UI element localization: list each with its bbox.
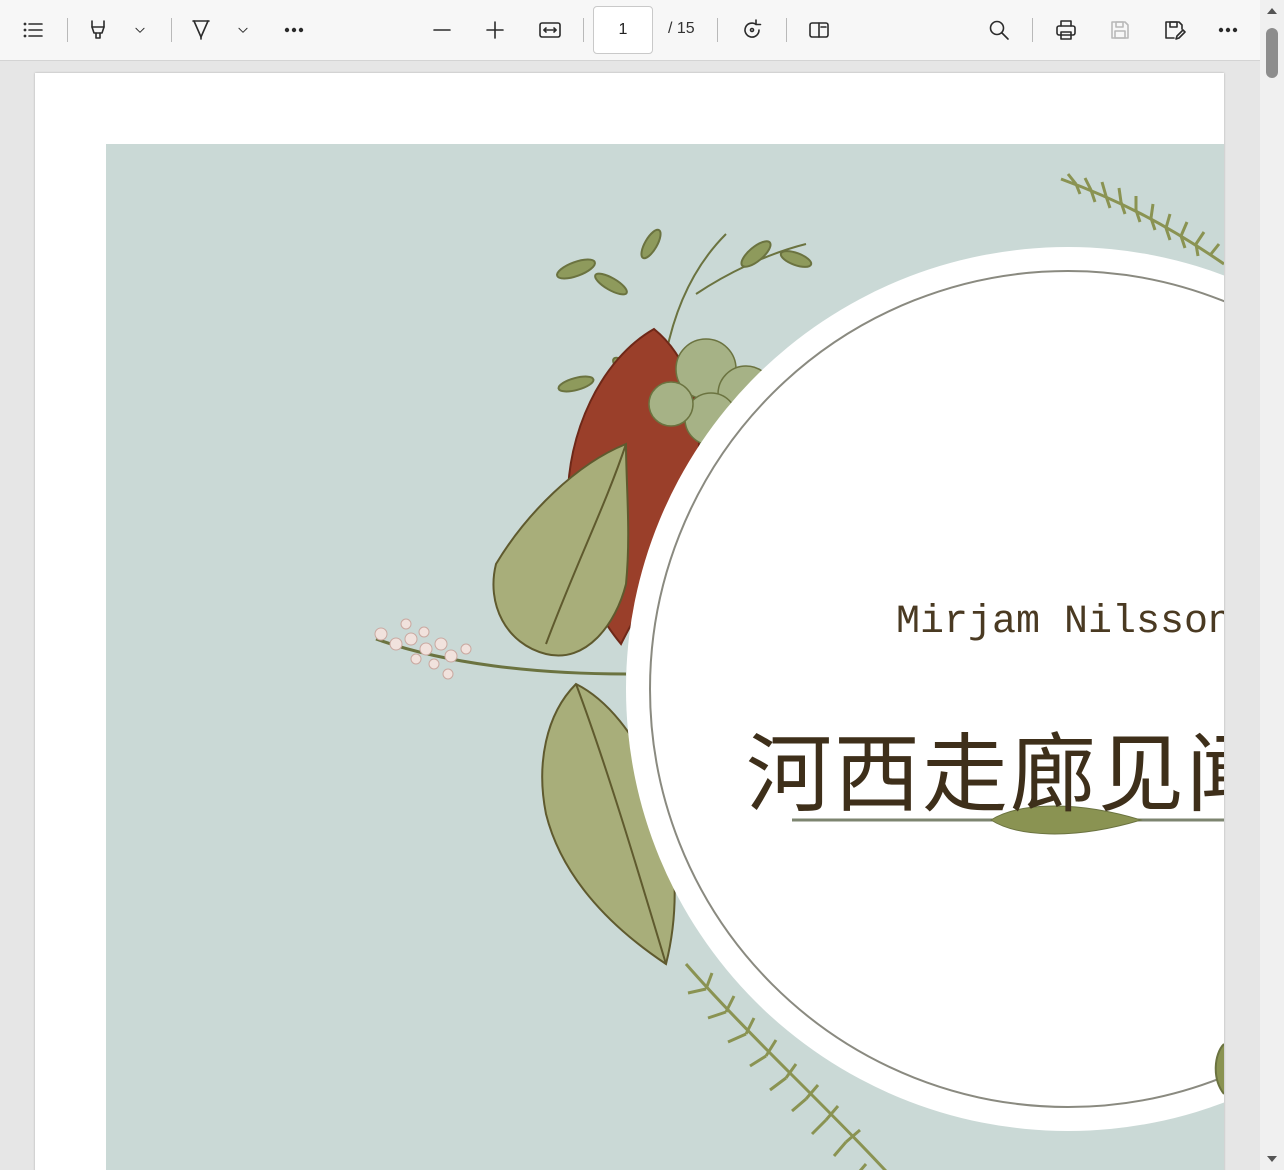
save-button[interactable] bbox=[1101, 11, 1139, 49]
zoom-out-button[interactable] bbox=[423, 11, 461, 49]
print-button[interactable] bbox=[1047, 11, 1085, 49]
cover-artwork: Mirjam Nilsson 河西走廊见闻 bbox=[106, 144, 1224, 1170]
zoom-in-button[interactable] bbox=[476, 11, 514, 49]
scroll-up-icon[interactable] bbox=[1265, 4, 1279, 18]
highlight-button[interactable] bbox=[79, 11, 117, 49]
page-total-label: / 15 bbox=[668, 20, 695, 37]
pdf-toolbar: / 15 bbox=[0, 0, 1260, 61]
document-title: 河西走廊见闻 bbox=[746, 725, 1224, 825]
calla-lily-top bbox=[492, 442, 630, 657]
scroll-down-icon[interactable] bbox=[1265, 1152, 1279, 1166]
zoom-out-icon bbox=[433, 29, 451, 31]
save-icon bbox=[1111, 21, 1129, 39]
highlight-icon bbox=[91, 20, 105, 39]
document-viewport[interactable]: Mirjam Nilsson 河西走廊见闻 bbox=[0, 62, 1260, 1170]
more-tools-button[interactable] bbox=[275, 11, 313, 49]
fit-width-icon bbox=[539, 22, 561, 38]
vertical-scrollbar[interactable] bbox=[1260, 0, 1284, 1170]
toolbar-separator bbox=[67, 18, 68, 42]
pdf-page: Mirjam Nilsson 河西走廊见闻 bbox=[35, 73, 1224, 1170]
page-view-button[interactable] bbox=[800, 11, 838, 49]
rotate-icon bbox=[744, 19, 762, 38]
draw-icon bbox=[192, 20, 210, 40]
more-options-button[interactable] bbox=[1209, 11, 1247, 49]
toolbar-separator bbox=[717, 18, 718, 42]
draw-button[interactable] bbox=[182, 11, 220, 49]
chevron-down-icon bbox=[135, 27, 145, 33]
fit-to-width-button[interactable] bbox=[531, 11, 569, 49]
print-icon bbox=[1056, 20, 1076, 40]
toolbar-separator bbox=[583, 18, 584, 42]
toolbar-separator bbox=[171, 18, 172, 42]
table-of-contents-button[interactable] bbox=[14, 11, 52, 49]
zoom-in-icon bbox=[486, 21, 504, 39]
highlight-options-dropdown[interactable] bbox=[128, 11, 152, 49]
toolbar-separator bbox=[786, 18, 787, 42]
more-tools-icon bbox=[284, 27, 304, 33]
draw-options-dropdown[interactable] bbox=[231, 11, 255, 49]
chevron-down-icon bbox=[238, 27, 248, 33]
save-as-button[interactable] bbox=[1155, 11, 1193, 49]
botanical-illustration bbox=[374, 173, 1224, 1170]
toolbar-separator bbox=[1032, 18, 1033, 42]
search-icon bbox=[989, 20, 1009, 40]
contents-icon bbox=[23, 22, 43, 38]
rotate-button[interactable] bbox=[733, 11, 771, 49]
save-as-icon bbox=[1165, 21, 1186, 40]
author-name: Mirjam Nilsson bbox=[896, 600, 1224, 645]
page-view-icon bbox=[809, 22, 829, 38]
page-number-input[interactable] bbox=[593, 6, 653, 54]
search-button[interactable] bbox=[980, 11, 1018, 49]
scrollbar-thumb[interactable] bbox=[1266, 28, 1278, 78]
more-icon bbox=[1218, 27, 1238, 33]
